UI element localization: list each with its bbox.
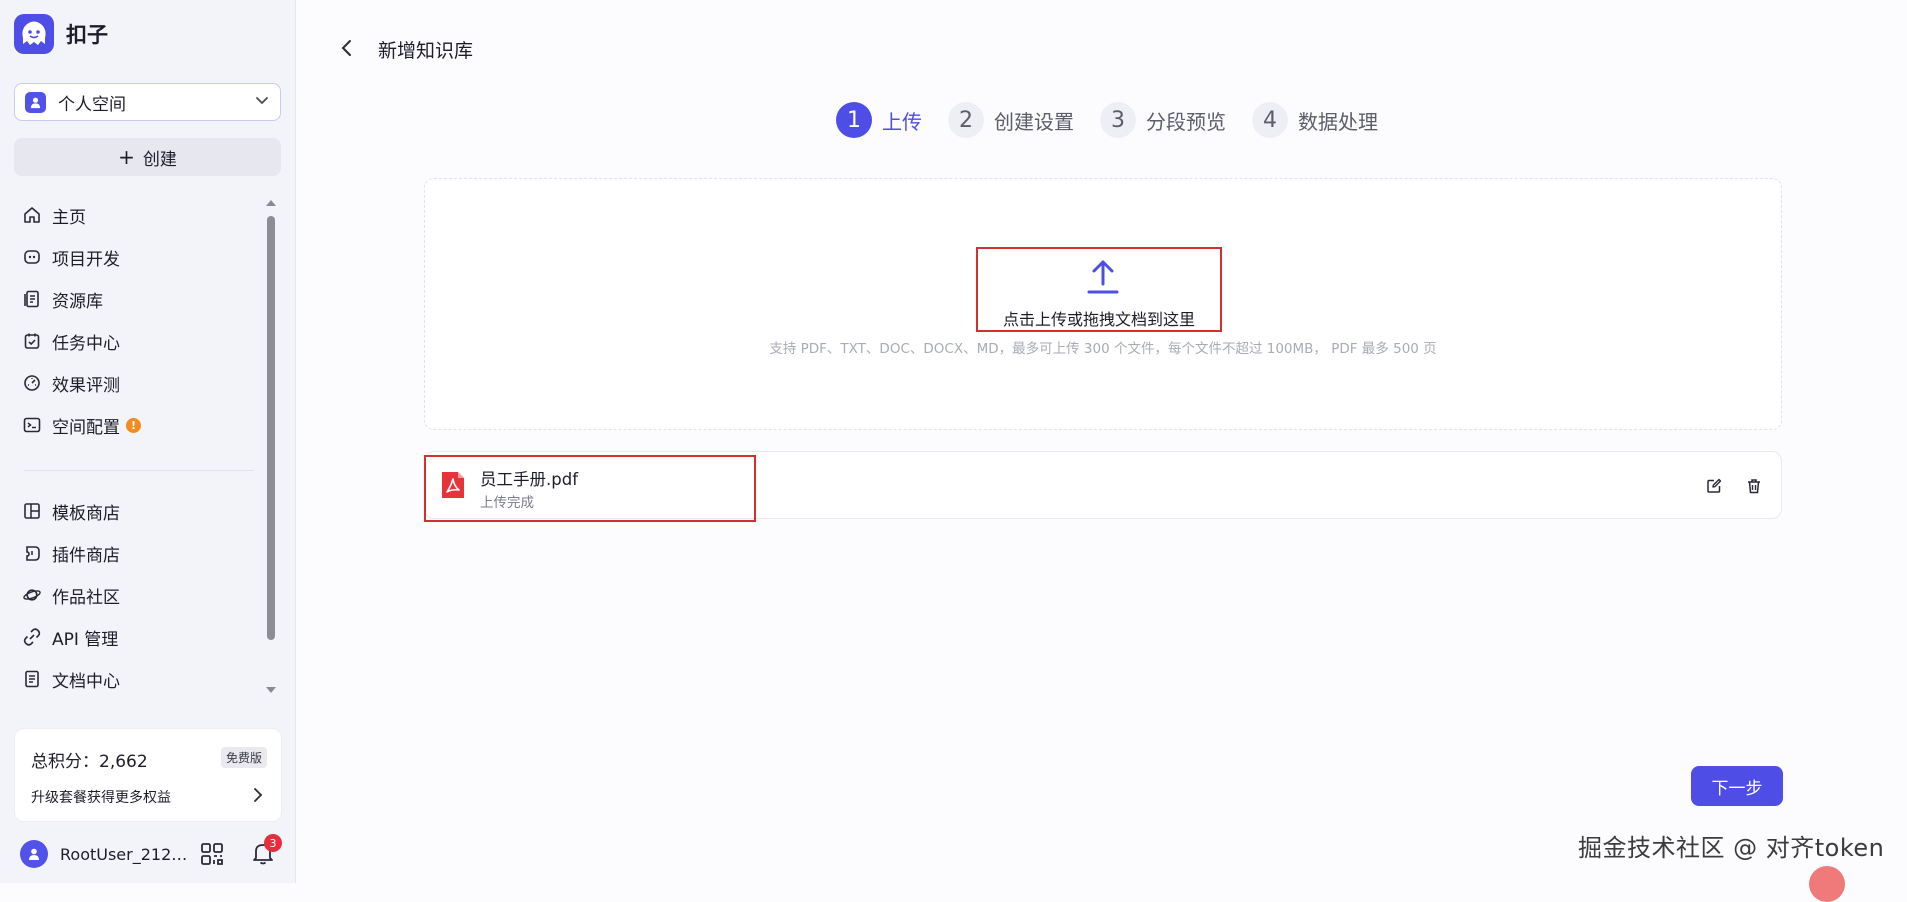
scroll-down-arrow-icon[interactable]	[266, 687, 276, 693]
step-label: 数据处理	[1298, 109, 1378, 134]
upgrade-link[interactable]: 升级套餐获得更多权益	[31, 787, 171, 807]
sidebar: 扣子 个人空间 + 创建 主页 项目开发 资源库 任务中心 效果评测 空间配置 …	[0, 0, 296, 883]
avatar	[20, 840, 48, 868]
upload-icon	[1086, 258, 1120, 300]
step-number: 4	[1252, 102, 1288, 138]
plan-badge: 免费版	[220, 747, 267, 768]
page-title: 新增知识库	[378, 40, 474, 62]
sidebar-item-evaluation[interactable]: 效果评测	[22, 368, 262, 398]
gauge-icon	[24, 375, 40, 391]
chevron-left-icon	[341, 40, 351, 56]
step-number: 1	[836, 102, 872, 138]
space-selector[interactable]: 个人空间	[14, 83, 281, 121]
chevron-down-icon	[254, 92, 270, 112]
template-icon	[24, 503, 40, 519]
sidebar-item-label: 任务中心	[52, 333, 120, 354]
library-icon	[24, 290, 39, 308]
sidebar-item-docs[interactable]: 文档中心	[22, 664, 262, 694]
home-icon	[24, 207, 40, 223]
plugin-icon	[26, 546, 40, 561]
sidebar-item-api[interactable]: API 管理	[22, 622, 262, 652]
user-icon	[25, 91, 46, 113]
space-label: 个人空间	[58, 94, 126, 115]
sidebar-item-home[interactable]: 主页	[22, 200, 262, 230]
file-status: 上传完成	[480, 495, 534, 511]
notification-count-badge: 3	[264, 834, 282, 852]
sidebar-item-label: 资源库	[52, 291, 103, 312]
brand[interactable]: 扣子	[14, 14, 108, 54]
create-button[interactable]: + 创建	[14, 138, 281, 176]
sidebar-item-space-config[interactable]: 空间配置 !	[22, 410, 262, 440]
chevron-right-icon	[251, 786, 265, 808]
task-icon	[24, 333, 40, 349]
step-number: 2	[948, 102, 984, 138]
next-step-button[interactable]: 下一步	[1691, 766, 1783, 806]
step-label: 上传	[882, 109, 922, 134]
points-card[interactable]: 总积分：2,662 免费版 升级套餐获得更多权益	[14, 728, 282, 822]
nav-divider	[24, 470, 254, 471]
user-name: RootUser_212…	[60, 844, 188, 864]
warning-badge: !	[126, 417, 141, 433]
sidebar-item-label: 空间配置	[52, 417, 120, 438]
trash-icon[interactable]	[1746, 478, 1762, 498]
bot-icon	[24, 250, 40, 264]
scroll-up-arrow-icon[interactable]	[266, 200, 276, 206]
step-upload: 1 上传	[836, 102, 922, 138]
sidebar-item-label: 模板商店	[52, 503, 120, 524]
step-label: 创建设置	[994, 109, 1074, 134]
sidebar-item-tasks[interactable]: 任务中心	[22, 326, 262, 356]
sidebar-item-community[interactable]: 作品社区	[22, 580, 262, 610]
step-label: 分段预览	[1146, 109, 1226, 134]
upload-title[interactable]: 点击上传或拖拽文档到这里	[976, 306, 1222, 330]
doc-icon	[25, 670, 39, 688]
sidebar-item-plugin-store[interactable]: 插件商店	[22, 538, 262, 568]
coze-logo-icon	[14, 14, 54, 54]
total-points: 总积分：2,662	[31, 752, 148, 772]
edit-icon[interactable]	[1706, 478, 1722, 498]
floating-assistant-icon[interactable]	[1809, 866, 1845, 902]
file-name: 员工手册.pdf	[480, 470, 579, 489]
pdf-file-icon	[440, 470, 466, 504]
user-profile[interactable]: RootUser_212…	[20, 840, 187, 868]
sidebar-item-label: 项目开发	[52, 249, 120, 270]
sidebar-item-projects[interactable]: 项目开发	[22, 242, 262, 272]
sidebar-scrollbar-thumb[interactable]	[267, 216, 275, 640]
sidebar-item-label: 文档中心	[52, 671, 120, 692]
sidebar-item-library[interactable]: 资源库	[22, 284, 262, 314]
planet-icon	[23, 589, 41, 601]
sidebar-item-label: 主页	[52, 207, 86, 228]
step-create-settings: 2 创建设置	[948, 102, 1074, 138]
sidebar-item-label: 作品社区	[52, 587, 120, 608]
app-name: 扣子	[66, 23, 108, 47]
watermark: 掘金技术社区 @ 对齐token	[1578, 834, 1885, 862]
notifications-button[interactable]: 3	[250, 834, 282, 868]
sidebar-item-label: API 管理	[52, 629, 119, 650]
api-icon	[23, 628, 41, 646]
create-button-label: 创建	[142, 149, 177, 170]
step-segment-preview: 3 分段预览	[1100, 102, 1226, 138]
stepper: 1 上传 2 创建设置 3 分段预览 4 数据处理	[836, 102, 1404, 138]
file-highlight-box	[424, 455, 756, 522]
terminal-icon	[23, 417, 41, 433]
sidebar-item-label: 插件商店	[52, 545, 120, 566]
upload-hint: 支持 PDF、TXT、DOC、DOCX、MD，最多可上传 300 个文件，每个文…	[769, 341, 1437, 357]
sidebar-item-template-store[interactable]: 模板商店	[22, 496, 262, 526]
plus-icon: +	[118, 145, 135, 169]
apps-grid-icon[interactable]	[200, 842, 224, 870]
sidebar-item-label: 效果评测	[52, 375, 120, 396]
back-button[interactable]	[338, 37, 356, 63]
step-data-processing: 4 数据处理	[1252, 102, 1378, 138]
step-number: 3	[1100, 102, 1136, 138]
